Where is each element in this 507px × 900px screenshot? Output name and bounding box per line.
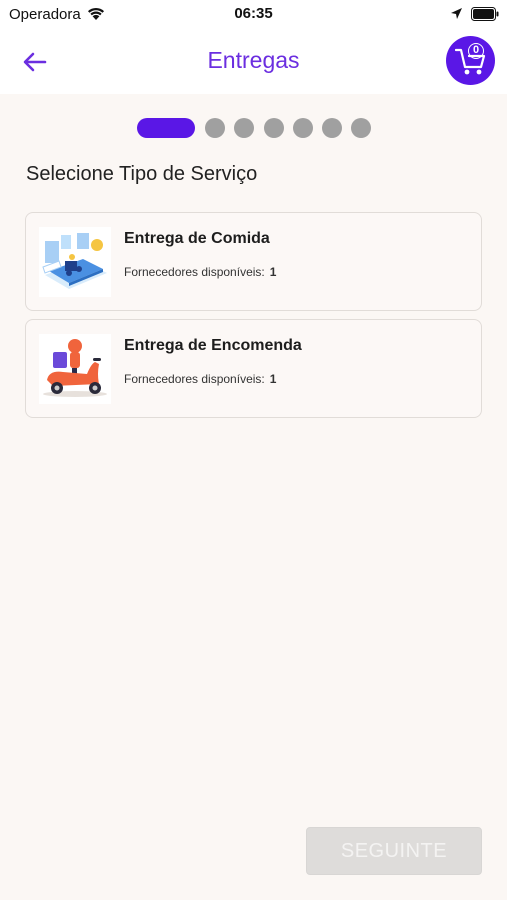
service-card-food[interactable]: Entrega de Comida Fornecedores disponíve… bbox=[25, 212, 482, 311]
providers-count: 1 bbox=[269, 372, 277, 386]
step-indicator bbox=[264, 118, 284, 138]
cart-button[interactable]: 0 bbox=[446, 36, 495, 85]
providers-info: Fornecedores disponíveis: 1 bbox=[124, 372, 276, 386]
section-title: Selecione Tipo de Serviço bbox=[26, 163, 258, 185]
step-indicator bbox=[205, 118, 225, 138]
step-indicator bbox=[234, 118, 254, 138]
next-button[interactable]: SEGUINTE bbox=[306, 827, 482, 875]
food-delivery-icon bbox=[39, 227, 111, 297]
service-title: Entrega de Encomenda bbox=[124, 337, 302, 354]
location-arrow-icon bbox=[450, 7, 463, 25]
cart-count-badge: 0 bbox=[468, 43, 484, 59]
step-indicator bbox=[322, 118, 342, 138]
providers-label: Fornecedores disponíveis: bbox=[124, 372, 265, 386]
step-indicator bbox=[293, 118, 313, 138]
step-indicator-active bbox=[137, 118, 195, 138]
status-bar: Operadora 06:35 bbox=[0, 0, 507, 30]
service-title: Entrega de Comida bbox=[124, 230, 270, 247]
step-indicator bbox=[351, 118, 371, 138]
providers-label: Fornecedores disponíveis: bbox=[124, 265, 265, 279]
service-card-parcel[interactable]: Entrega de Encomenda Fornecedores dispon… bbox=[25, 319, 482, 418]
nav-bar: Entregas 0 bbox=[0, 30, 507, 94]
providers-count: 1 bbox=[269, 265, 277, 279]
clock: 06:35 bbox=[234, 5, 273, 22]
page-title: Entregas bbox=[207, 47, 300, 73]
battery-icon bbox=[471, 7, 499, 26]
providers-info: Fornecedores disponíveis: 1 bbox=[124, 265, 276, 279]
scooter-courier-icon bbox=[39, 334, 111, 404]
